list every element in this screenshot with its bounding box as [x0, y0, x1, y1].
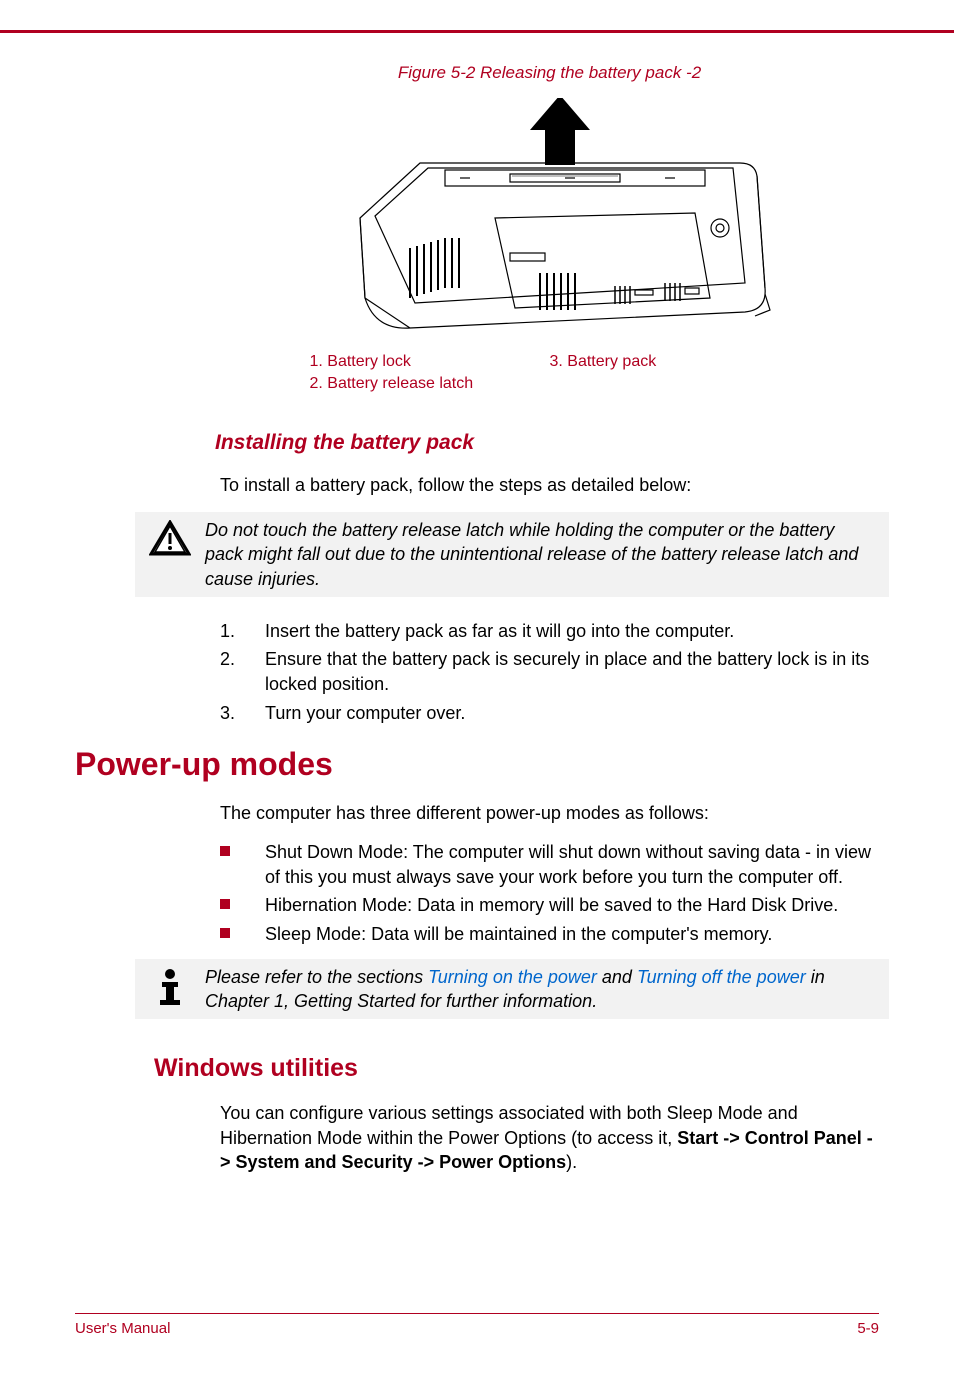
step-text: Insert the battery pack as far as it wil… — [265, 619, 879, 644]
link-turning-on-power[interactable]: Turning on the power — [428, 967, 597, 987]
bullet-text: Sleep Mode: Data will be maintained in t… — [265, 922, 879, 947]
heading-windows-utilities: Windows utilities — [154, 1054, 879, 1083]
step-text: Turn your computer over. — [265, 701, 879, 726]
legend-item: 2. Battery release latch — [310, 373, 550, 395]
warning-text: Do not touch the battery release latch w… — [205, 518, 881, 591]
step-text: Ensure that the battery pack is securely… — [265, 647, 879, 697]
figure-caption: Figure 5-2 Releasing the battery pack -2 — [220, 63, 879, 83]
info-callout: Please refer to the sections Turning on … — [135, 959, 889, 1020]
info-icon — [135, 965, 205, 1007]
bullet-icon — [220, 922, 265, 947]
heading-power-up-modes: Power-up modes — [75, 746, 879, 783]
warning-icon — [135, 518, 205, 558]
figure-illustration — [315, 98, 785, 343]
heading-installing-battery: Installing the battery pack — [215, 431, 879, 455]
bullet-icon — [220, 840, 265, 890]
footer-left: User's Manual — [75, 1320, 170, 1337]
page-footer: User's Manual 5-9 — [75, 1313, 879, 1337]
bullet-text: Hibernation Mode: Data in memory will be… — [265, 893, 879, 918]
paragraph: The computer has three different power-u… — [220, 801, 879, 825]
step-number: 3. — [220, 701, 265, 726]
figure-legend: 1. Battery lock 2. Battery release latch… — [310, 351, 790, 396]
bullet-text: Shut Down Mode: The computer will shut d… — [265, 840, 879, 890]
legend-item: 3. Battery pack — [550, 351, 790, 373]
paragraph: You can configure various settings assoc… — [220, 1101, 879, 1174]
footer-page-number: 5-9 — [857, 1320, 879, 1337]
warning-callout: Do not touch the battery release latch w… — [135, 512, 889, 597]
bullet-icon — [220, 893, 265, 918]
power-modes-list: Shut Down Mode: The computer will shut d… — [220, 840, 879, 947]
paragraph: To install a battery pack, follow the st… — [220, 473, 879, 497]
info-text: Please refer to the sections Turning on … — [205, 965, 881, 1014]
link-turning-off-power[interactable]: Turning off the power — [637, 967, 806, 987]
step-number: 1. — [220, 619, 265, 644]
install-steps: 1.Insert the battery pack as far as it w… — [220, 619, 879, 726]
legend-item: 1. Battery lock — [310, 351, 550, 373]
step-number: 2. — [220, 647, 265, 697]
